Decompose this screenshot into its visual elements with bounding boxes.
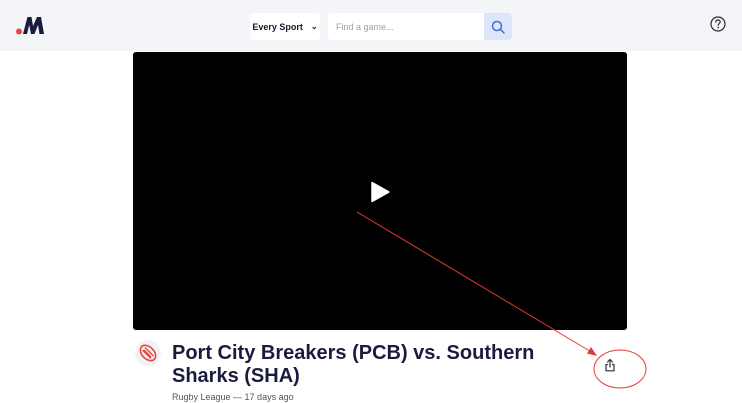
- share-icon: [605, 358, 615, 372]
- sport-filter-dropdown[interactable]: Every Sport ⌄: [250, 13, 320, 40]
- rugby-ball-icon: [135, 340, 161, 366]
- search-input[interactable]: [328, 13, 484, 40]
- share-button[interactable]: [600, 355, 620, 375]
- search-bar: [328, 13, 512, 40]
- game-title: Port City Breakers (PCB) vs. Southern Sh…: [172, 342, 535, 387]
- help-circle-icon[interactable]: [710, 16, 726, 32]
- sport-filter-label: Every Sport: [252, 21, 303, 32]
- play-icon[interactable]: [370, 182, 390, 202]
- game-meta: Rugby League — 17 days ago: [172, 392, 294, 402]
- chevron-down-icon: ⌄: [310, 22, 318, 31]
- brand-logo-icon[interactable]: [16, 13, 44, 35]
- search-button[interactable]: [484, 13, 512, 40]
- search-icon: [491, 20, 505, 34]
- top-navigation-bar: Every Sport ⌄: [0, 0, 742, 51]
